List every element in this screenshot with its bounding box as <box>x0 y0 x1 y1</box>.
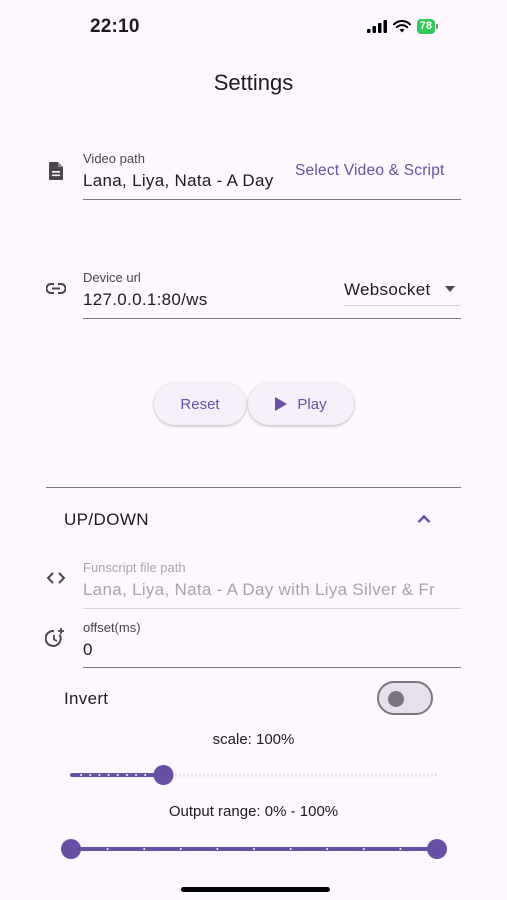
scale-slider[interactable] <box>60 762 450 788</box>
offset-input[interactable]: 0 <box>83 640 461 660</box>
device-url-input[interactable]: 127.0.0.1:80/ws <box>83 290 323 310</box>
home-indicator <box>181 887 330 892</box>
axis-section-title[interactable]: UP/DOWN <box>64 510 149 530</box>
offset-underline <box>83 667 461 668</box>
play-icon <box>275 397 288 411</box>
scale-tick <box>125 774 128 776</box>
range-tick <box>253 848 255 850</box>
scale-tick <box>89 774 92 776</box>
reset-label: Reset <box>180 395 220 413</box>
scale-tick <box>80 774 83 776</box>
scale-tick <box>107 774 110 776</box>
link-icon <box>46 283 66 294</box>
funscript-path-input: Lana, Liya, Nata - A Day with Liya Silve… <box>83 580 436 599</box>
funscript-path-underline <box>83 608 461 609</box>
device-url-label: Device url <box>83 270 141 285</box>
output-range-slider[interactable] <box>50 835 460 863</box>
video-path-label: Video path <box>83 151 145 166</box>
scale-tick <box>135 774 138 776</box>
battery-icon: 78 <box>416 19 439 34</box>
select-video-button[interactable]: Select Video & Script <box>295 162 445 180</box>
range-low-thumb <box>61 839 81 859</box>
video-path-input[interactable]: Lana, Liya, Nata - A Day <box>83 171 283 191</box>
range-tick <box>216 848 219 850</box>
range-tick <box>289 848 292 850</box>
range-tick <box>399 848 402 850</box>
invert-toggle[interactable] <box>377 681 433 715</box>
scale-tick <box>98 774 101 776</box>
output-range-label: Output range: 0% - 100% <box>168 803 339 820</box>
chevron-up-icon[interactable] <box>417 514 431 523</box>
page-title: Settings <box>213 70 294 95</box>
wifi-icon <box>392 20 411 33</box>
dropdown-arrow-icon <box>445 286 455 292</box>
signal-icon <box>366 20 387 33</box>
range-tick <box>179 848 182 850</box>
code-icon <box>47 572 65 584</box>
play-label: Play <box>297 395 327 413</box>
range-tick <box>326 848 329 850</box>
range-tick <box>362 848 365 850</box>
range-high-thumb <box>427 839 447 859</box>
scale-label: scale: 100% <box>212 731 295 748</box>
invert-label: Invert <box>64 689 109 708</box>
file-icon <box>49 162 63 180</box>
protocol-dropdown[interactable]: Websocket <box>344 279 461 309</box>
scale-thumb <box>153 765 174 785</box>
status-icons: 78 <box>366 19 439 34</box>
reset-button[interactable]: Reset <box>154 383 246 425</box>
video-path-underline <box>83 199 461 200</box>
invert-toggle-thumb <box>388 691 404 707</box>
protocol-value: Websocket <box>344 280 431 299</box>
scale-tick <box>116 774 119 776</box>
device-url-underline <box>83 318 461 319</box>
status-time: 22:10 <box>90 16 140 37</box>
protocol-underline <box>344 305 461 306</box>
range-tick <box>106 848 109 850</box>
clock-plus-icon <box>45 628 64 647</box>
scale-tick <box>144 774 147 776</box>
funscript-path-label: Funscript file path <box>83 560 186 575</box>
range-tick <box>143 848 146 850</box>
section-divider <box>46 487 461 488</box>
play-button[interactable]: Play <box>248 383 354 425</box>
offset-label: offset(ms) <box>83 620 141 635</box>
